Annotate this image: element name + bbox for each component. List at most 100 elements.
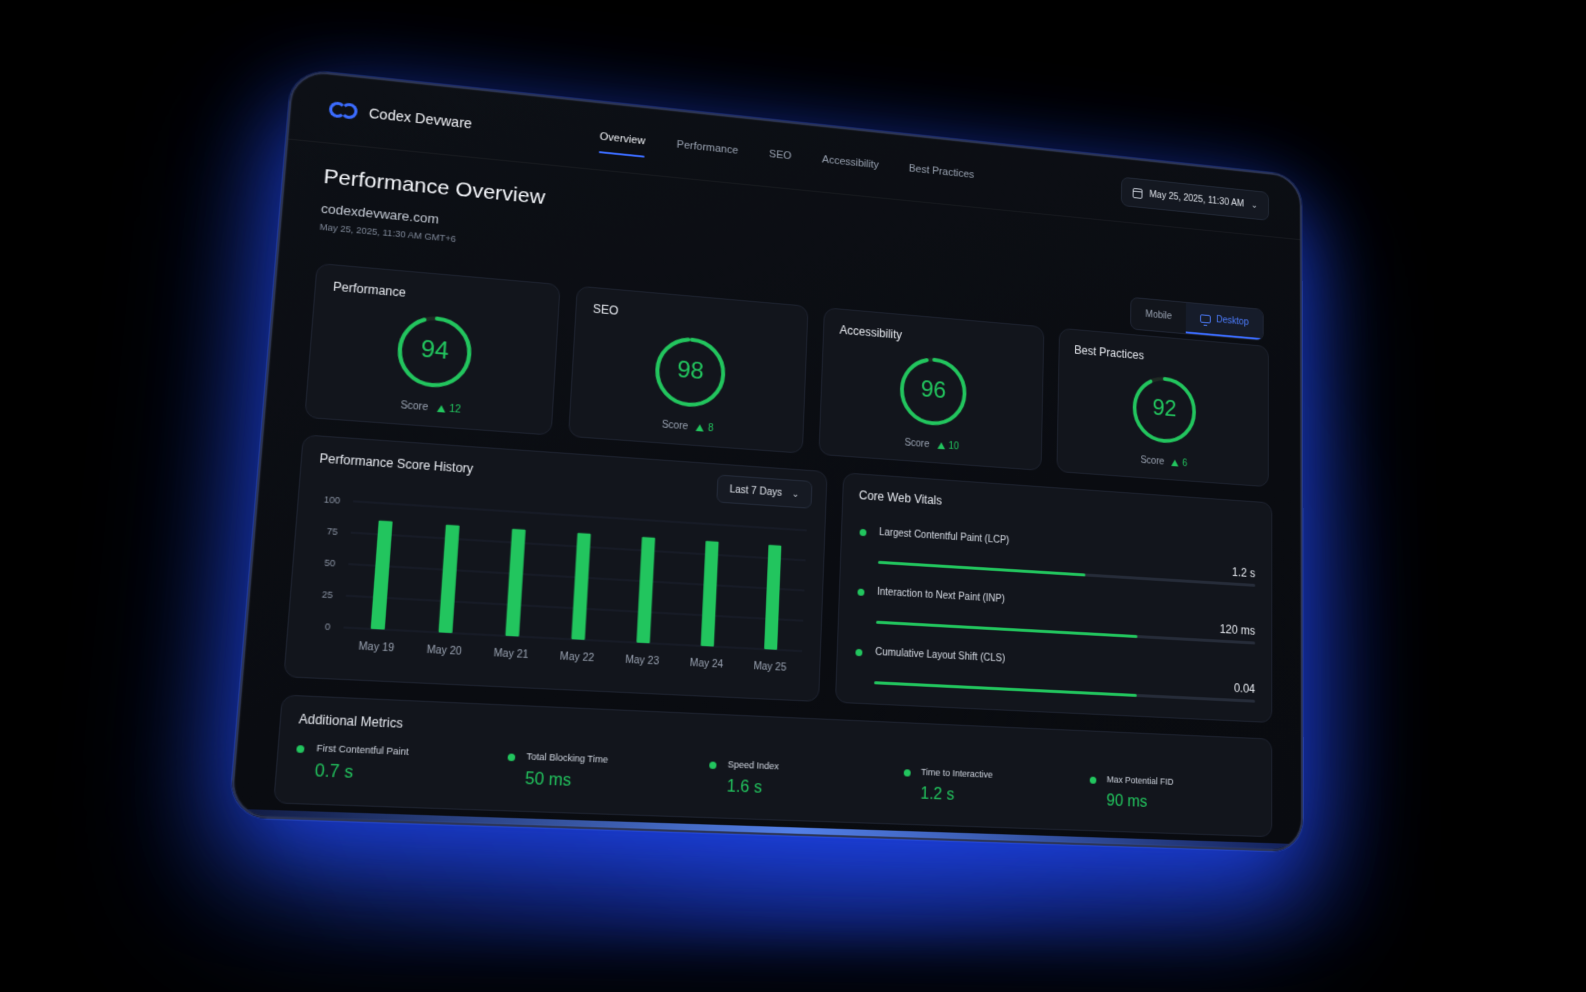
score-card-accessibility[interactable]: Accessibility 96 Score 10 [818,307,1045,471]
vital-track [876,620,1256,645]
metric-tti[interactable]: Time to Interactive 1.2 s [902,766,1077,809]
date-picker[interactable]: May 25, 2025, 11:30 AM ⌄ [1120,176,1269,221]
x-tick-label: May 25 [753,661,787,674]
score-card-best-practices[interactable]: Best Practices 92 Score 6 [1056,327,1269,488]
date-picker-value: May 25, 2025, 11:30 AM [1149,189,1245,209]
status-dot [903,769,911,777]
score-value: 92 [1152,394,1177,423]
y-tick-label: 25 [322,589,334,600]
brand[interactable]: Codex Devware [328,100,473,131]
tab-overview[interactable]: Overview [598,103,647,174]
score-card-seo[interactable]: SEO 98 Score 8 [568,285,809,454]
arrow-up-icon [936,441,945,450]
tab-performance[interactable]: Performance [675,112,740,185]
bar[interactable] [636,536,656,644]
device-toggle: Mobile Desktop [1129,296,1264,342]
x-tick-label: May 20 [426,644,462,658]
panel-title: Additional Metrics [298,711,404,731]
score-row: Score 12 [306,393,552,422]
score-ring: 98 [651,333,728,412]
x-tick-label: May 24 [690,658,724,671]
desktop-toggle-button[interactable]: Desktop [1186,302,1263,341]
tab-best-practices[interactable]: Best Practices [908,136,975,208]
codex-logo-icon [328,100,360,120]
card-title: Best Practices [1074,343,1145,363]
score-row: Score 6 [1058,449,1268,475]
grid-line [353,501,807,530]
bar[interactable] [370,520,393,630]
metric-fcp[interactable]: First Contentful Paint 0.7 s [294,742,493,788]
score-card-performance[interactable]: Performance 94 Score 12 [304,262,561,436]
metric-max-fid[interactable]: Max Potential FID 90 ms [1089,774,1256,816]
vital-lcp[interactable]: Largest Contentful Paint (LCP) 1.2 s [859,526,1255,587]
range-select-value: Last 7 Days [729,483,783,499]
score-ring: 92 [1131,372,1198,447]
bar[interactable] [571,532,591,640]
score-row: Score 8 [570,413,803,441]
chevron-down-icon: ⌄ [791,488,800,499]
metric-speed-index[interactable]: Speed Index 1.6 s [708,758,890,802]
mobile-toggle-label: Mobile [1145,309,1172,322]
mobile-toggle-button[interactable]: Mobile [1131,298,1186,333]
page-header: Performance Overview codexdevware.com Ma… [319,165,546,252]
score-delta-value: 12 [448,403,462,416]
vital-track [874,681,1256,703]
y-tick-label: 75 [326,526,338,537]
range-select[interactable]: Last 7 Days ⌄ [715,474,813,509]
status-dot [857,588,865,596]
vital-inp[interactable]: Interaction to Next Paint (INP) 120 ms [857,586,1255,645]
vital-label: Cumulative Layout Shift (CLS) [874,646,1006,665]
score-value: 98 [676,356,705,385]
monitor-icon [1200,314,1212,324]
score-label: Score [904,437,930,451]
bar[interactable] [505,528,526,637]
y-tick-label: 100 [323,494,340,506]
metric-label: Total Blocking Time [526,751,609,765]
calendar-icon [1132,187,1143,199]
score-delta: 8 [695,422,714,435]
score-label: Score [400,400,429,414]
metric-value: 1.2 s [920,785,955,804]
vital-cls[interactable]: Cumulative Layout Shift (CLS) 0.04 [855,646,1255,703]
tab-seo[interactable]: SEO [768,121,793,189]
score-history-panel: Performance Score History Last 7 Days ⌄ … [283,434,828,703]
score-label: Score [661,419,689,433]
vital-value: 0.04 [1233,681,1256,696]
scene: Codex Devware Overview Performance SEO A… [0,0,1586,992]
score-delta: 6 [1171,457,1187,469]
y-tick-label: 0 [325,621,331,632]
status-dot [506,753,515,762]
desktop-toggle-label: Desktop [1216,314,1249,328]
brand-name: Codex Devware [368,104,473,131]
score-delta-value: 6 [1182,458,1188,470]
metric-label: Time to Interactive [920,766,993,780]
history-bar-chart: 0 25 50 75 100 May 19 May 20 May 21 May 22 May 23… [322,494,827,674]
metric-value: 50 ms [524,770,572,791]
arrow-up-icon [436,404,446,413]
vital-value: 1.2 s [1231,565,1256,581]
card-title: SEO [592,301,619,318]
metric-tbt[interactable]: Total Blocking Time 50 ms [505,750,696,795]
score-value: 96 [920,376,947,404]
card-title: Accessibility [839,323,903,342]
metric-label: Max Potential FID [1106,774,1174,787]
bar[interactable] [438,524,460,634]
tab-accessibility[interactable]: Accessibility [821,127,880,198]
score-delta-value: 8 [707,422,714,435]
metric-label: First Contentful Paint [316,742,410,758]
score-delta: 10 [936,440,960,453]
status-dot [855,648,863,657]
score-label: Score [1140,455,1165,468]
vital-label: Interaction to Next Paint (INP) [876,586,1005,606]
core-web-vitals-panel: Core Web Vitals Largest Contentful Paint… [834,472,1273,723]
metrics-row: First Contentful Paint 0.7 s Total Block… [294,742,1257,816]
vital-value: 120 ms [1219,622,1256,638]
bar[interactable] [700,540,719,647]
vital-track [878,560,1256,587]
status-dot [1089,776,1097,784]
score-delta-value: 10 [948,440,960,453]
bar[interactable] [764,544,782,650]
chevron-down-icon: ⌄ [1251,199,1258,210]
status-dot [859,528,867,537]
metric-value: 0.7 s [314,762,354,783]
